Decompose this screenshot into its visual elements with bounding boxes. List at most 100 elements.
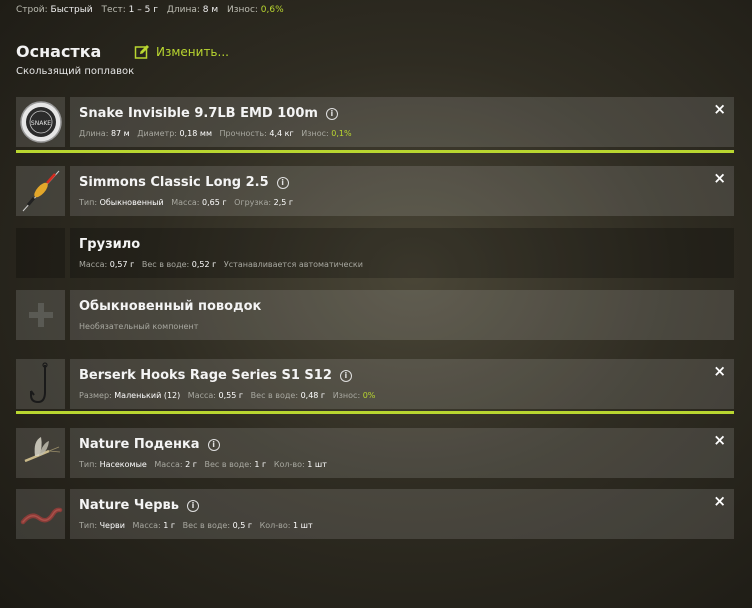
line-panel: Snake Invisible 9.7LB EMD 100m i Длина: … (70, 97, 734, 147)
bait-mayfly-stats: Тип: Насекомые Масса: 2 г Вес в воде: 1 … (79, 460, 332, 469)
line-strength-value: 4,4 кг (269, 129, 294, 138)
line-strength-label: Прочность: (219, 129, 267, 138)
bait-worm-panel: Nature Червь i Тип: Черви Масса: 1 г Вес… (70, 489, 734, 539)
bait-worm-type-label: Тип: (79, 521, 98, 530)
float-mass-label: Масса: (171, 198, 200, 207)
float-load-label: Огрузка: (234, 198, 272, 207)
hook-stats: Размер: Маленький (12) Масса: 0,55 г Вес… (79, 391, 380, 400)
hook-slot[interactable]: Berserk Hooks Rage Series S1 S12 i Разме… (16, 359, 734, 409)
fishing-line-spool-icon: SNAKE (19, 101, 62, 143)
bait-mayfly-water-weight-label: Вес в воде: (204, 460, 252, 469)
remove-float-close-icon[interactable]: × (713, 171, 726, 186)
hook-thumbnail (16, 359, 65, 409)
hook-wear-value: 0% (362, 391, 376, 400)
bait-worm-name: Nature Червь (79, 498, 179, 513)
rod-action-value: Быстрый (50, 5, 93, 15)
line-diameter-value: 0,18 мм (179, 129, 212, 138)
bait-mayfly-name: Nature Поденка (79, 437, 200, 452)
bait-worm-count-value: 1 шт (293, 521, 313, 530)
mayfly-icon (24, 437, 60, 463)
rig-title: Оснастка (16, 42, 102, 61)
hook-size-value: Маленький (12) (114, 391, 181, 400)
float-mass-value: 0,65 г (201, 198, 227, 207)
bait-mayfly-mass-label: Масса: (154, 460, 183, 469)
hook-wear-bar (16, 411, 734, 414)
line-wear-bar (16, 150, 734, 153)
rod-length-value: 8 м (202, 5, 219, 15)
hook-mass-value: 0,55 г (218, 391, 244, 400)
sinker-mass-label: Масса: (79, 260, 108, 269)
bait-mayfly-count-value: 1 шт (307, 460, 327, 469)
rod-wear-value: 0,6% (260, 5, 284, 15)
bait-mayfly-panel: Nature Поденка i Тип: Насекомые Масса: 2… (70, 428, 734, 478)
sinker-slot[interactable]: Грузило Масса: 0,57 г Вес в воде: 0,52 г… (16, 228, 734, 278)
hook-size-label: Размер: (79, 391, 112, 400)
worm-icon (20, 507, 62, 525)
float-type-label: Тип: (79, 198, 98, 207)
float-stats: Тип: Обыкновенный Масса: 0,65 г Огрузка:… (79, 198, 298, 207)
remove-hook-close-icon[interactable]: × (713, 364, 726, 379)
sinker-auto-note: Устанавливается автоматически (223, 260, 363, 269)
info-icon[interactable]: i (207, 438, 220, 451)
info-icon[interactable]: i (276, 176, 289, 189)
float-icon (22, 170, 59, 212)
rod-test-value: 1 – 5 г (128, 5, 158, 15)
remove-line-close-icon[interactable]: × (713, 102, 726, 117)
rod-action-label: Строй: (16, 5, 48, 15)
spool-logo-text: SNAKE (30, 120, 50, 127)
info-icon[interactable]: i (186, 499, 199, 512)
bait-worm-water-weight-value: 0,5 г (232, 521, 253, 530)
sinker-stats: Масса: 0,57 г Вес в воде: 0,52 г Устанав… (79, 260, 368, 269)
rod-stats-bar: Строй: Быстрый Тест: 1 – 5 г Длина: 8 м … (16, 5, 284, 15)
bait-mayfly-type-label: Тип: (79, 460, 98, 469)
rig-type: Скользящий поплавок (16, 66, 135, 77)
hook-panel: Berserk Hooks Rage Series S1 S12 i Разме… (70, 359, 734, 409)
hook-wear-label: Износ: (332, 391, 361, 400)
edit-rig-button[interactable]: Изменить... (134, 44, 229, 60)
bait-slot-mayfly[interactable]: Nature Поденка i Тип: Насекомые Масса: 2… (16, 428, 734, 478)
line-length-value: 87 м (110, 129, 130, 138)
bait-worm-mass-label: Масса: (132, 521, 161, 530)
remove-bait-mayfly-close-icon[interactable]: × (713, 433, 726, 448)
edit-rig-label: Изменить... (156, 45, 229, 59)
bait-worm-stats: Тип: Черви Масса: 1 г Вес в воде: 0,5 г … (79, 521, 318, 530)
leader-panel: Обыкновенный поводок Необязательный комп… (70, 290, 734, 340)
leader-name: Обыкновенный поводок (79, 299, 262, 314)
bait-mayfly-mass-value: 2 г (185, 460, 197, 469)
hook-water-weight-label: Вес в воде: (250, 391, 299, 400)
hook-water-weight-value: 0,48 г (300, 391, 326, 400)
line-thumbnail: SNAKE (16, 97, 65, 147)
bait-worm-mass-value: 1 г (163, 521, 176, 530)
line-wear-label: Износ: (301, 129, 329, 138)
line-name: Snake Invisible 9.7LB EMD 100m (79, 106, 318, 121)
line-stats: Длина: 87 м Диаметр: 0,18 мм Прочность: … (79, 129, 357, 138)
float-type-value: Обыкновенный (99, 198, 164, 207)
sinker-mass-value: 0,57 г (109, 260, 135, 269)
sinker-thumbnail (16, 228, 65, 278)
info-icon[interactable]: i (339, 369, 352, 382)
leader-note: Необязательный компонент (79, 322, 199, 331)
info-icon[interactable]: i (325, 107, 338, 120)
line-slot[interactable]: SNAKE Snake Invisible 9.7LB EMD 100m i Д… (16, 97, 734, 147)
rod-length-label: Длина: (166, 5, 200, 15)
leader-slot[interactable]: Обыкновенный поводок Необязательный комп… (16, 290, 734, 340)
remove-bait-worm-close-icon[interactable]: × (713, 494, 726, 509)
bait-worm-water-weight-label: Вес в воде: (182, 521, 231, 530)
hook-mass-label: Масса: (187, 391, 216, 400)
leader-thumbnail[interactable] (16, 290, 65, 340)
sinker-water-weight-label: Вес в воде: (141, 260, 190, 269)
float-load-value: 2,5 г (273, 198, 294, 207)
bait-worm-count-label: Кол-во: (259, 521, 291, 530)
rod-test-label: Тест: (101, 5, 126, 15)
bait-mayfly-water-weight-value: 1 г (254, 460, 267, 469)
sinker-water-weight-value: 0,52 г (191, 260, 217, 269)
bait-mayfly-type-value: Насекомые (99, 460, 147, 469)
bait-worm-thumbnail (16, 489, 65, 539)
line-diameter-label: Диаметр: (137, 129, 177, 138)
bait-mayfly-thumbnail (16, 428, 65, 478)
sinker-panel: Грузило Масса: 0,57 г Вес в воде: 0,52 г… (70, 228, 734, 278)
bait-slot-worm[interactable]: Nature Червь i Тип: Черви Масса: 1 г Вес… (16, 489, 734, 539)
float-slot[interactable]: Simmons Classic Long 2.5 i Тип: Обыкнове… (16, 166, 734, 216)
bait-mayfly-count-label: Кол-во: (273, 460, 305, 469)
float-name: Simmons Classic Long 2.5 (79, 175, 269, 190)
